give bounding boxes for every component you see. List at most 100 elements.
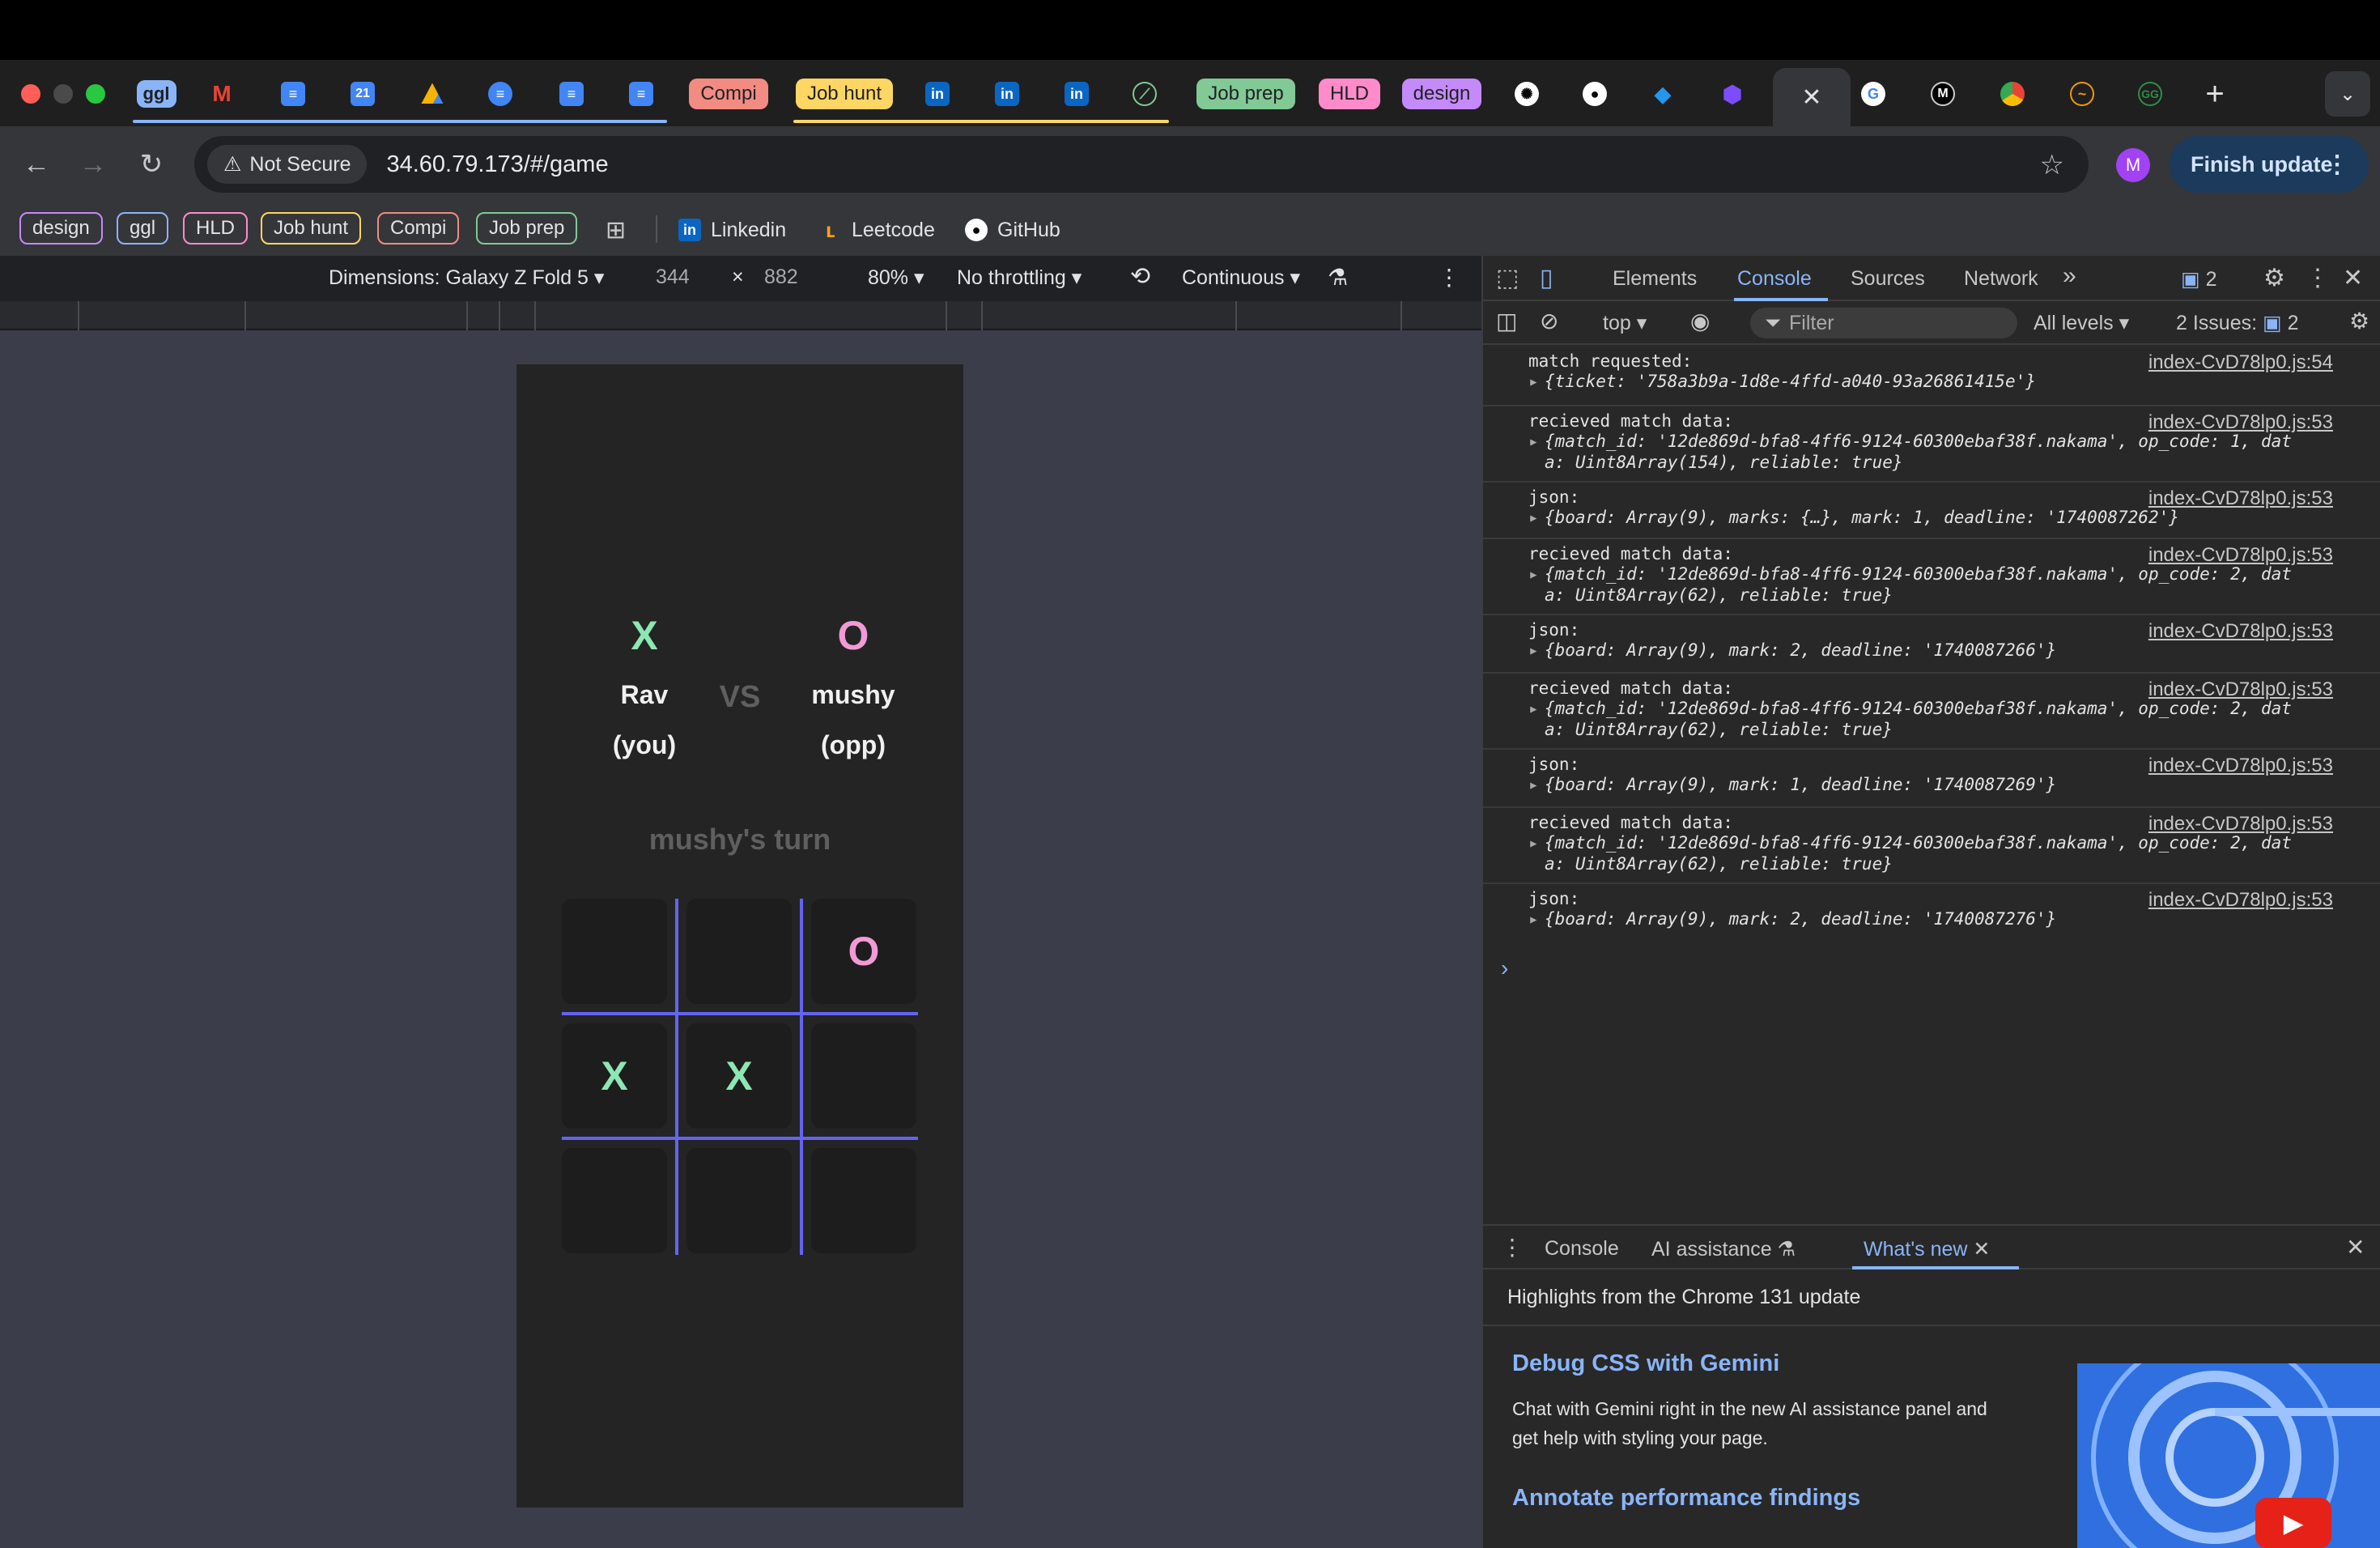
board-cell[interactable]	[686, 1148, 792, 1253]
board-cell[interactable]: X	[686, 1023, 792, 1129]
close-tab-icon[interactable]: ✕	[1801, 83, 1821, 112]
url-text[interactable]: 34.60.79.173/#/game	[386, 151, 608, 178]
close-tab-icon[interactable]: ✕	[1973, 1238, 1990, 1261]
bookmark-group-hld[interactable]: HLD	[183, 212, 249, 245]
source-link[interactable]: index-CvD78lp0.js:53	[2148, 889, 2333, 912]
finish-update-button[interactable]: Finish update ⋮	[2170, 136, 2369, 193]
tab-docs[interactable]: ≡	[277, 71, 309, 117]
tab-leaf[interactable]: ⟋	[1128, 71, 1161, 117]
tab-group-compi[interactable]: Compi	[689, 71, 768, 117]
site-security-chip[interactable]: ⚠ Not Secure	[207, 145, 368, 184]
dimensions-dropdown[interactable]: Dimensions: Galaxy Z Fold 5 ▾	[329, 266, 604, 290]
tab-docs-4[interactable]: ≡	[625, 71, 657, 117]
tab-sources[interactable]: Sources	[1851, 267, 1925, 291]
profile-avatar[interactable]: M	[2116, 148, 2150, 182]
tab-google[interactable]: G	[1857, 71, 1889, 117]
minimize-window-button[interactable]	[53, 84, 73, 104]
drawer-tab-ai-assistance[interactable]: AI assistance ⚗	[1651, 1237, 1796, 1261]
settings-gear-icon[interactable]: ⚙	[2263, 264, 2285, 292]
tab-group-hld[interactable]: HLD	[1318, 71, 1381, 117]
board-cell[interactable]: X	[562, 1023, 667, 1129]
mode-dropdown[interactable]: Continuous ▾	[1182, 266, 1300, 290]
inspect-element-icon[interactable]: ⬚	[1496, 264, 1519, 292]
width-input[interactable]: 344	[656, 266, 690, 289]
whats-new-video-thumbnail[interactable]: ▶	[2077, 1363, 2380, 1548]
device-more-button[interactable]: ⋮	[1438, 264, 1460, 291]
log-levels-dropdown[interactable]: All levels ▾	[2034, 311, 2129, 335]
tab-search-button[interactable]: ⌄	[2325, 71, 2370, 117]
source-link[interactable]: index-CvD78lp0.js:53	[2148, 678, 2333, 701]
bookmark-group-job-prep[interactable]: Job prep	[476, 212, 578, 245]
drawer-more-icon[interactable]: ⋮	[1501, 1234, 1524, 1261]
tab-group-job-prep[interactable]: Job prep	[1195, 71, 1297, 117]
close-window-button[interactable]	[21, 84, 40, 104]
console-message[interactable]: json: index-CvD78lp0.js:53 ▸ {board: Arra…	[1483, 750, 2380, 808]
tab-linkedin-2[interactable]: in	[991, 71, 1023, 117]
source-link[interactable]: index-CvD78lp0.js:53	[2148, 620, 2333, 643]
tab-linkedin-3[interactable]: in	[1060, 71, 1093, 117]
tab-network[interactable]: Network	[1964, 267, 2038, 291]
bookmark-group-ggl[interactable]: ggl	[117, 212, 169, 245]
media-query-ruler[interactable]	[0, 301, 1481, 330]
console-message[interactable]: recieved match data: index-CvD78lp0.js:5…	[1483, 808, 2380, 884]
reload-button[interactable]: ↻	[131, 144, 172, 185]
bookmark-group-job-hunt[interactable]: Job hunt	[261, 212, 362, 245]
tab-docker[interactable]: ◆	[1647, 71, 1679, 117]
source-link[interactable]: index-CvD78lp0.js:53	[2148, 755, 2333, 777]
console-message[interactable]: recieved match data: index-CvD78lp0.js:5…	[1483, 406, 2380, 483]
apps-grid-button[interactable]: ⊞	[606, 214, 626, 246]
close-drawer-icon[interactable]: ✕	[2346, 1234, 2365, 1261]
board-cell[interactable]	[811, 1148, 916, 1253]
tab-group-ggl[interactable]: ggl	[133, 71, 180, 117]
whats-new-heading-annotate[interactable]: Annotate performance findings	[1512, 1485, 1860, 1512]
sidebar-toggle-icon[interactable]: ◫	[1496, 308, 1517, 334]
more-vertical-icon[interactable]: ⋮	[2306, 264, 2330, 292]
source-link[interactable]: index-CvD78lp0.js:53	[2148, 544, 2333, 567]
console-message[interactable]: recieved match data: index-CvD78lp0.js:5…	[1483, 539, 2380, 615]
tab-chrome[interactable]	[1996, 71, 2029, 117]
console-message[interactable]: json: index-CvD78lp0.js:53 ▸ {board: Arra…	[1483, 884, 2380, 941]
source-link[interactable]: index-CvD78lp0.js:54	[2148, 351, 2333, 374]
experiment-button[interactable]: ⚗	[1328, 264, 1348, 291]
clear-console-icon[interactable]: ⊘	[1540, 308, 1558, 334]
tab-gmail[interactable]: M	[206, 71, 238, 117]
youtube-play-icon[interactable]: ▶	[2255, 1498, 2331, 1548]
bookmark-linkedin[interactable]: in Linkedin	[678, 214, 786, 246]
tab-purple[interactable]: ⬢	[1716, 71, 1749, 117]
more-tabs-icon[interactable]: »	[2063, 262, 2076, 290]
bookmark-leetcode[interactable]: ʟ Leetcode	[819, 214, 935, 246]
console-filter-input[interactable]: ⏷ Filter	[1750, 308, 2017, 338]
rotate-button[interactable]: ⟲	[1130, 262, 1150, 291]
back-button[interactable]: ←	[16, 144, 57, 185]
bookmark-group-compi[interactable]: Compi	[377, 212, 460, 245]
source-link[interactable]: index-CvD78lp0.js:53	[2148, 411, 2333, 434]
issues-counter[interactable]: 2 Issues: ▣ 2	[2176, 311, 2299, 335]
tab-docs-3[interactable]: ≡	[555, 71, 588, 117]
source-link[interactable]: index-CvD78lp0.js:53	[2148, 487, 2333, 510]
board-cell[interactable]	[562, 899, 667, 1004]
console-prompt[interactable]: ›	[1501, 955, 1508, 981]
bookmark-group-design[interactable]: design	[19, 212, 103, 245]
tab-group-design[interactable]: design	[1400, 71, 1483, 117]
console-message[interactable]: json: index-CvD78lp0.js:53 ▸ {board: Arra…	[1483, 615, 2380, 674]
console-settings-gear-icon[interactable]: ⚙	[2349, 308, 2369, 334]
source-link[interactable]: index-CvD78lp0.js:53	[2148, 813, 2333, 836]
board-cell[interactable]	[811, 1023, 916, 1129]
context-dropdown[interactable]: top ▾	[1603, 311, 1647, 335]
drawer-tab-whats-new[interactable]: What's new ✕	[1864, 1237, 1990, 1261]
board-cell[interactable]: O	[811, 899, 916, 1004]
address-bar[interactable]: ⚠ Not Secure 34.60.79.173/#/game ☆	[194, 136, 2089, 193]
tab-console[interactable]: Console	[1737, 267, 1812, 291]
console-message[interactable]: recieved match data: index-CvD78lp0.js:5…	[1483, 674, 2380, 750]
throttling-dropdown[interactable]: No throttling ▾	[957, 266, 1082, 290]
forward-button[interactable]: →	[73, 144, 113, 185]
board-cell[interactable]	[562, 1148, 667, 1253]
live-expression-eye-icon[interactable]: ◉	[1690, 308, 1710, 334]
tab-active-game[interactable]: ✕	[1773, 68, 1851, 126]
tab-gfg[interactable]: GG	[2134, 71, 2166, 117]
console-message[interactable]: json: index-CvD78lp0.js:53 ▸ {board: Arra…	[1483, 483, 2380, 539]
close-devtools-icon[interactable]: ✕	[2343, 264, 2363, 292]
height-input[interactable]: 882	[764, 266, 798, 289]
board-cell[interactable]	[686, 899, 792, 1004]
zoom-window-button[interactable]	[86, 84, 105, 104]
